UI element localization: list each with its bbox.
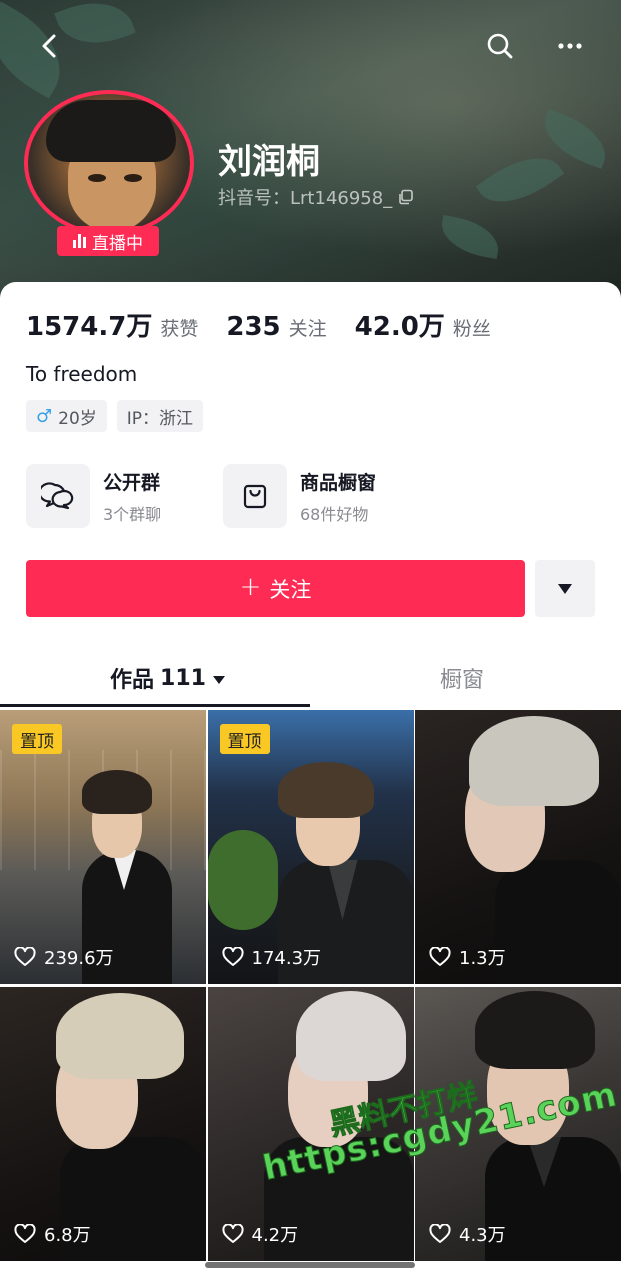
video-thumbnail[interactable]: 置顶 174.3万 — [207, 710, 414, 984]
product-window-subtitle: 68件好物 — [300, 504, 369, 524]
product-window-title: 商品橱窗 — [300, 471, 377, 494]
stat-followers[interactable]: 42.0万 粉丝 — [355, 306, 491, 343]
more-options-button[interactable] — [550, 26, 590, 66]
heart-icon — [221, 947, 244, 966]
video-likes-count: 1.3万 — [459, 948, 506, 969]
video-likes: 4.2万 — [221, 1221, 299, 1247]
tab-works[interactable]: 作品 111 — [110, 662, 226, 694]
heart-icon — [221, 1224, 244, 1243]
video-thumbnail[interactable]: 6.8万 — [0, 987, 206, 1261]
feature-entries: 公开群 3个群聊 商品橱窗 68件好物 — [26, 464, 420, 528]
video-likes-count: 239.6万 — [44, 948, 114, 969]
recommend-dropdown-button[interactable] — [535, 560, 595, 617]
video-likes: 4.3万 — [429, 1221, 506, 1247]
live-badge-label: 直播中 — [92, 233, 143, 254]
video-likes: 239.6万 — [14, 944, 114, 970]
video-likes: 1.3万 — [429, 944, 506, 970]
shopping-bag-icon — [223, 464, 287, 528]
ip-location-tag: IP：浙江 — [116, 400, 204, 432]
follow-button-label: 关注 — [269, 577, 312, 602]
public-group-subtitle: 3个群聊 — [103, 504, 162, 524]
stat-following[interactable]: 235 关注 — [226, 312, 326, 342]
video-likes-count: 174.3万 — [251, 948, 322, 969]
caret-down-icon — [212, 666, 226, 691]
pinned-badge: 置顶 — [219, 724, 270, 754]
video-thumbnail[interactable]: 4.2万 — [207, 987, 414, 1261]
tab-window-label: 橱窗 — [440, 668, 485, 693]
profile-screen: 直播中 刘润桐 抖音号：Lrt146958_ 1574.7万 获赞 235 关注… — [0, 0, 621, 1280]
tab-shop-window[interactable]: 橱窗 — [440, 662, 484, 694]
content-tabs: 作品 111 橱窗 — [0, 652, 621, 710]
male-icon: ♂ — [36, 405, 53, 427]
public-group-title: 公开群 — [103, 471, 161, 494]
avatar — [24, 90, 194, 236]
gender-age-tag: ♂ 20岁 — [26, 400, 107, 432]
ip-label: IP：浙江 — [126, 408, 194, 429]
active-tab-indicator — [0, 704, 310, 707]
stat-likes: 1574.7万 获赞 — [26, 306, 198, 343]
douyin-id-text: 抖音号：Lrt146958_ — [218, 188, 393, 209]
more-dots-icon — [558, 43, 582, 49]
back-button[interactable] — [30, 26, 70, 66]
douyin-id: 抖音号：Lrt146958_ — [218, 184, 414, 210]
stat-likes-label: 获赞 — [160, 318, 199, 340]
video-likes-count: 4.3万 — [459, 1225, 506, 1246]
follow-button[interactable]: + 关注 — [26, 560, 525, 617]
bio-text: To freedom — [26, 362, 138, 386]
stat-followers-label: 粉丝 — [452, 318, 491, 340]
username: 刘润桐 — [218, 142, 320, 182]
avatar-container[interactable]: 直播中 — [24, 90, 194, 256]
live-bars-icon — [73, 234, 86, 248]
video-grid: 置顶 239.6万 置顶 174.3万 1.3万 6.8万 4.2万 4.3万 — [0, 710, 621, 1261]
age-label: 20岁 — [58, 408, 97, 429]
chat-bubbles-icon — [26, 464, 90, 528]
stats-row: 1574.7万 获赞 235 关注 42.0万 粉丝 — [26, 306, 519, 343]
tab-works-label: 作品 — [110, 668, 155, 693]
profile-tags: ♂ 20岁 IP：浙江 — [26, 400, 204, 432]
stat-likes-value: 1574.7万 — [26, 312, 153, 342]
profile-card: 1574.7万 获赞 235 关注 42.0万 粉丝 To freedom ♂ … — [0, 282, 621, 1280]
video-thumbnail[interactable]: 4.3万 — [415, 987, 621, 1261]
video-likes-count: 4.2万 — [251, 1225, 299, 1246]
video-likes: 174.3万 — [221, 944, 322, 970]
heart-icon — [429, 1224, 451, 1243]
triangle-down-icon — [558, 583, 572, 594]
heart-icon — [14, 947, 36, 966]
copy-icon[interactable] — [398, 189, 414, 205]
video-likes-count: 6.8万 — [44, 1225, 91, 1246]
live-badge[interactable]: 直播中 — [57, 226, 159, 256]
product-window-entry[interactable]: 商品橱窗 68件好物 — [223, 464, 420, 528]
stat-following-label: 关注 — [288, 318, 327, 340]
public-group-entry[interactable]: 公开群 3个群聊 — [26, 464, 223, 528]
pinned-badge: 置顶 — [12, 724, 62, 754]
video-thumbnail[interactable]: 1.3万 — [415, 710, 621, 984]
heart-icon — [429, 947, 451, 966]
stat-followers-value: 42.0万 — [354, 312, 445, 342]
video-likes: 6.8万 — [14, 1221, 91, 1247]
chevron-left-icon — [42, 34, 56, 58]
stat-following-value: 235 — [226, 312, 281, 342]
plus-icon: + — [239, 572, 262, 602]
tab-works-count: 111 — [160, 665, 206, 691]
video-thumbnail[interactable]: 置顶 239.6万 — [0, 710, 206, 984]
search-icon — [487, 33, 513, 59]
heart-icon — [14, 1224, 36, 1243]
search-button[interactable] — [480, 26, 520, 66]
home-indicator[interactable] — [205, 1262, 415, 1268]
